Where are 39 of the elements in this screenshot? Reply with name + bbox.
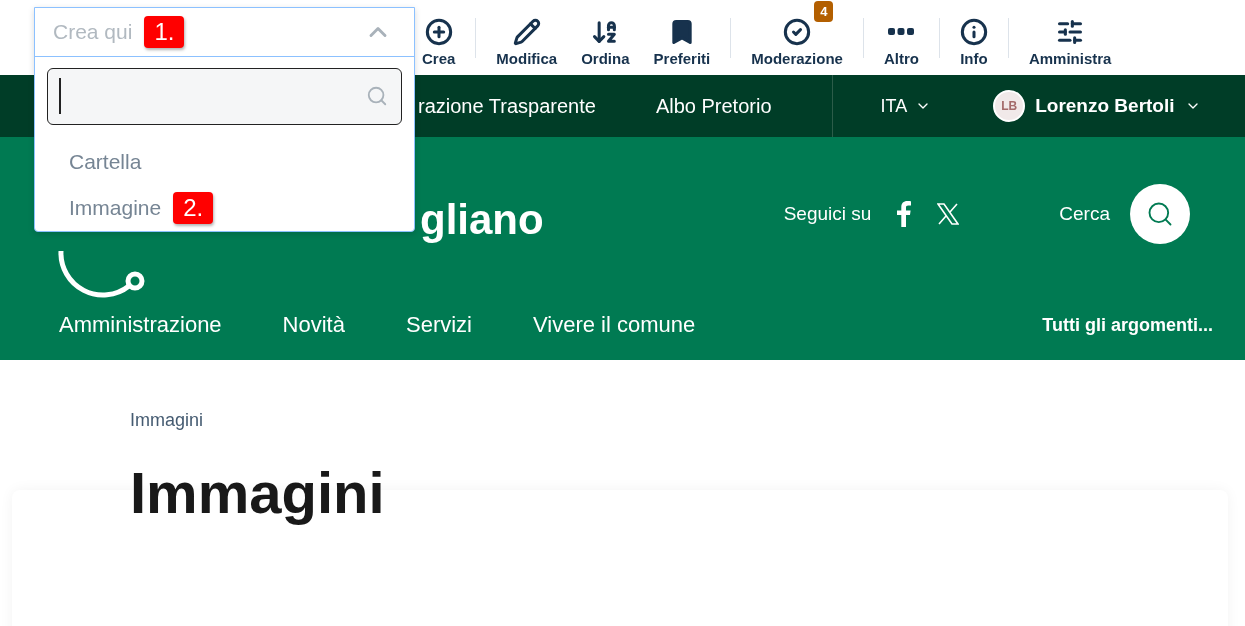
page-title: Immagini — [130, 459, 385, 526]
menu-option[interactable]: Immagine — [69, 196, 162, 220]
check-circle-icon — [783, 17, 812, 46]
sliders-icon — [1056, 17, 1085, 46]
x-icon[interactable] — [937, 202, 960, 225]
nav-link[interactable]: Amministrazione — [59, 312, 222, 338]
step-marker: 1. — [144, 16, 185, 48]
nav-link[interactable]: Novità — [282, 312, 345, 338]
search-icon — [366, 85, 388, 107]
menu-option[interactable]: Cartella — [69, 150, 142, 174]
toolbar-button[interactable]: Modifica — [484, 8, 570, 67]
select-placeholder: Crea qui — [53, 20, 133, 44]
create-select[interactable]: Crea qui 1. — [35, 8, 414, 57]
toolbar-button[interactable]: Amministra — [1016, 8, 1124, 67]
nav-link[interactable]: Vivere il comune — [533, 312, 696, 338]
top-link[interactable]: Albo Pretorio — [655, 94, 772, 118]
user-menu[interactable]: LB Lorenzo Bertoli — [987, 89, 1207, 123]
breadcrumb-link[interactable]: Immagini — [130, 410, 204, 431]
text-cursor — [59, 78, 61, 114]
toolbar-button[interactable]: Ordina — [569, 8, 642, 67]
facebook-icon[interactable] — [897, 200, 912, 227]
user-avatar: LB — [993, 90, 1026, 122]
step-marker: 2. — [173, 192, 214, 224]
site-title: gliano — [420, 195, 544, 244]
dots-icon — [888, 27, 915, 36]
info-icon — [959, 17, 988, 46]
top-link[interactable]: razione Trasparente — [418, 94, 596, 118]
follow-label: Seguici su — [783, 202, 872, 225]
pencil-icon — [512, 17, 541, 46]
search-field[interactable] — [47, 68, 402, 125]
language-selector[interactable]: ITA — [874, 94, 938, 118]
all-topics-link[interactable]: Tutti gli argomenti... — [1042, 314, 1213, 336]
toolbar-button[interactable]: Altro — [871, 8, 931, 67]
plus-circle-icon — [424, 17, 453, 46]
toolbar-button[interactable]: Info — [947, 8, 1000, 67]
toolbar-button[interactable]: Preferiti — [641, 8, 723, 67]
search-label: Cerca — [1059, 202, 1110, 225]
nav-link[interactable]: Servizi — [405, 312, 472, 338]
count-badge: 4 — [814, 0, 834, 22]
